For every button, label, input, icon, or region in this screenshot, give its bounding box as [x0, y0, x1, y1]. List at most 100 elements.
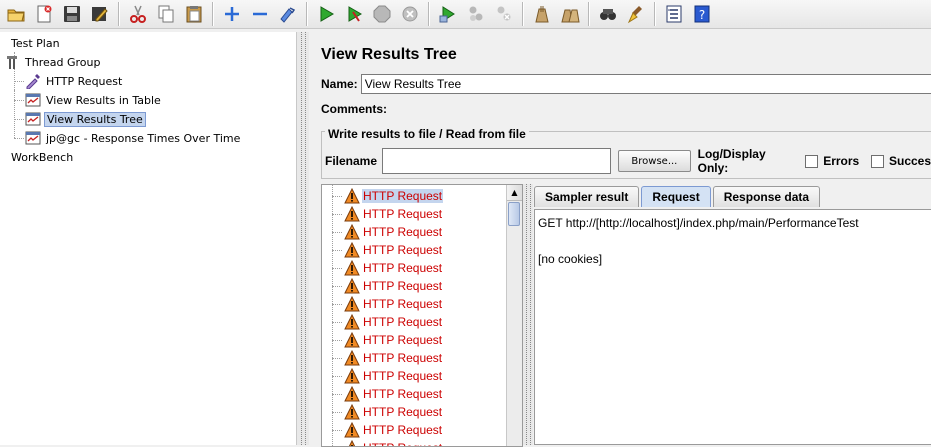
tree-node-label: View Results in Table [46, 93, 161, 107]
tree-guide [332, 394, 342, 395]
remote-stop-icon[interactable] [463, 1, 489, 27]
success-checkbox[interactable] [871, 154, 884, 168]
list-item[interactable]: HTTP Request [344, 385, 443, 403]
list-item-label: HTTP Request [363, 405, 443, 419]
list-item-label: HTTP Request [363, 225, 443, 239]
list-item[interactable]: HTTP Request [344, 241, 443, 259]
shutdown-icon[interactable] [397, 1, 423, 27]
tree-guide [332, 358, 342, 359]
edit-icon[interactable] [87, 1, 113, 27]
tree-guide [14, 100, 24, 101]
results-splitter[interactable] [523, 184, 533, 445]
remove-icon[interactable] [247, 1, 273, 27]
list-item[interactable]: HTTP Request [344, 277, 443, 295]
tree-node-thread-group[interactable]: Thread Group [4, 53, 102, 71]
list-item[interactable]: HTTP Request [344, 295, 443, 313]
warning-icon [348, 440, 356, 446]
name-label: Name: [321, 77, 358, 91]
splitter-grip [301, 32, 306, 445]
main-splitter[interactable] [296, 32, 309, 445]
warning-icon [344, 404, 360, 420]
warning-icon [344, 314, 360, 330]
tree-node-label: HTTP Request [46, 74, 123, 88]
clear-all-icon[interactable] [557, 1, 583, 27]
open-icon[interactable] [3, 1, 29, 27]
results-list[interactable]: HTTP Request HTTP Request HTTP Request HTTP… [321, 184, 523, 447]
list-item[interactable]: HTTP Request [344, 313, 443, 331]
tree-guide [332, 250, 342, 251]
tree-node-response-times[interactable]: jp@gc - Response Times Over Time [25, 129, 242, 147]
list-item-label: HTTP Request [363, 387, 443, 401]
name-field[interactable]: View Results Tree [360, 74, 931, 94]
list-item[interactable]: HTTP Request [344, 367, 443, 385]
run-icon[interactable] [313, 1, 339, 27]
cut-icon[interactable] [125, 1, 151, 27]
tree-guide [332, 322, 342, 323]
list-item[interactable]: HTTP Request [344, 349, 443, 367]
browse-button[interactable]: Browse... [618, 150, 691, 172]
new-icon[interactable] [31, 1, 57, 27]
list-item[interactable]: HTTP Request [344, 205, 443, 223]
function-helper-icon[interactable] [661, 1, 687, 27]
list-item-label: HTTP Request [363, 333, 443, 347]
remote-shutdown-icon[interactable] [491, 1, 517, 27]
remote-start-icon[interactable] [435, 1, 461, 27]
run-no-pause-icon[interactable] [341, 1, 367, 27]
add-icon[interactable] [219, 1, 245, 27]
tab-request[interactable]: Request [641, 186, 711, 207]
tree-node-test-plan[interactable]: Test Plan [0, 34, 62, 52]
warning-icon [344, 206, 360, 222]
list-item[interactable]: HTTP Request [344, 187, 444, 205]
toolbar-separator [118, 2, 120, 26]
list-item[interactable]: HTTP Request [344, 259, 443, 277]
test-plan-tree: Test Plan Thread Group HTTP Request View… [0, 32, 296, 445]
toolbar-separator [654, 2, 656, 26]
list-item-label: HTTP Request [363, 207, 443, 221]
warning-icon [344, 368, 360, 384]
copy-icon[interactable] [153, 1, 179, 27]
results-scrollbar[interactable]: ▲ [506, 185, 522, 446]
list-item-label: HTTP Request [363, 315, 443, 329]
tree-guide [332, 430, 342, 431]
search-icon[interactable] [595, 1, 621, 27]
tree-guide [332, 286, 342, 287]
tree-node-label: Test Plan [11, 36, 60, 50]
tab-sampler-result[interactable]: Sampler result [534, 186, 640, 207]
warning-icon [344, 188, 360, 204]
list-item[interactable]: HTTP Request [344, 223, 443, 241]
reset-icon[interactable] [623, 1, 649, 27]
name-field-value: View Results Tree [364, 77, 462, 91]
paste-icon[interactable] [181, 1, 207, 27]
tree-guide [14, 138, 24, 139]
list-item-label: HTTP Request [363, 243, 443, 257]
tree-guide [332, 185, 333, 446]
thread-group-icon [4, 54, 20, 70]
errors-checkbox[interactable] [805, 154, 819, 168]
workbench-icon [0, 149, 6, 165]
tree-guide [332, 304, 342, 305]
list-item-label: HTTP Request [362, 189, 444, 203]
toolbar-separator [212, 2, 214, 26]
list-item[interactable]: HTTP Request [344, 439, 443, 446]
request-content[interactable]: GET http://[http://localhost]/index.php/… [534, 209, 931, 445]
tree-node-workbench[interactable]: WorkBench [0, 148, 75, 166]
toggle-icon[interactable] [275, 1, 301, 27]
list-item-label: HTTP Request [363, 279, 443, 293]
warning-icon [344, 242, 360, 258]
tab-response-data[interactable]: Response data [712, 186, 821, 207]
tree-node-view-results-table[interactable]: View Results in Table [25, 91, 163, 109]
list-item[interactable]: HTTP Request [344, 421, 443, 439]
save-icon[interactable] [59, 1, 85, 27]
help-icon[interactable]: ? [689, 1, 715, 27]
list-item-label: HTTP Request [363, 351, 443, 365]
list-item[interactable]: HTTP Request [344, 331, 443, 349]
scroll-up-icon[interactable]: ▲ [507, 185, 522, 201]
tree-node-view-results-tree[interactable]: View Results Tree [25, 110, 146, 128]
list-item[interactable]: HTTP Request [344, 403, 443, 421]
warning-icon [344, 422, 360, 438]
tree-node-http-request[interactable]: HTTP Request [25, 72, 124, 90]
stop-icon[interactable] [369, 1, 395, 27]
scroll-thumb[interactable] [508, 202, 520, 226]
filename-field[interactable] [382, 148, 612, 174]
clear-icon[interactable] [529, 1, 555, 27]
